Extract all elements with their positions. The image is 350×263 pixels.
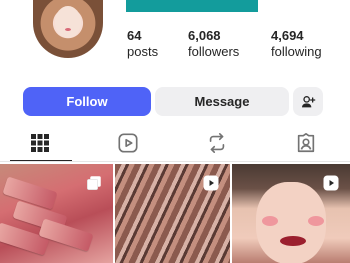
blush bbox=[308, 216, 324, 226]
followers-label: followers bbox=[188, 44, 240, 59]
message-button[interactable]: Message bbox=[155, 87, 289, 116]
person-add-icon bbox=[302, 95, 316, 107]
stat-posts[interactable]: 64 posts bbox=[127, 28, 158, 60]
tabs-divider bbox=[0, 161, 350, 162]
posts-count: 64 bbox=[127, 28, 142, 43]
tagged-icon bbox=[297, 133, 315, 153]
reposts-icon bbox=[209, 133, 225, 153]
posts-label: posts bbox=[127, 44, 159, 59]
tab-reposts[interactable] bbox=[187, 128, 247, 158]
tab-posts-grid[interactable] bbox=[10, 128, 70, 158]
post-thumbnail[interactable] bbox=[115, 164, 230, 263]
followers-count: 6,068 bbox=[188, 28, 221, 43]
tab-tagged[interactable] bbox=[276, 128, 336, 158]
post-thumbnail[interactable] bbox=[232, 164, 350, 263]
following-count: 4,694 bbox=[271, 28, 304, 43]
grid-icon bbox=[31, 134, 49, 152]
tab-reels[interactable] bbox=[98, 128, 158, 158]
follow-button[interactable]: Follow bbox=[23, 87, 151, 116]
header-banner bbox=[126, 0, 258, 12]
stat-following[interactable]: 4,694 following bbox=[271, 28, 322, 60]
posts-grid bbox=[0, 164, 350, 263]
following-label: following bbox=[271, 44, 322, 59]
profile-stats: 64 posts 6,068 followers 4,694 following bbox=[0, 28, 350, 62]
model-lips bbox=[280, 236, 306, 246]
blush bbox=[262, 216, 278, 226]
carousel-icon bbox=[87, 176, 101, 190]
play-icon bbox=[323, 175, 339, 191]
reels-icon bbox=[118, 133, 138, 153]
play-icon bbox=[203, 175, 219, 191]
profile-tabs bbox=[0, 128, 350, 162]
post-thumbnail[interactable] bbox=[0, 164, 113, 263]
add-user-button[interactable] bbox=[293, 87, 323, 116]
stat-followers[interactable]: 6,068 followers bbox=[188, 28, 239, 60]
